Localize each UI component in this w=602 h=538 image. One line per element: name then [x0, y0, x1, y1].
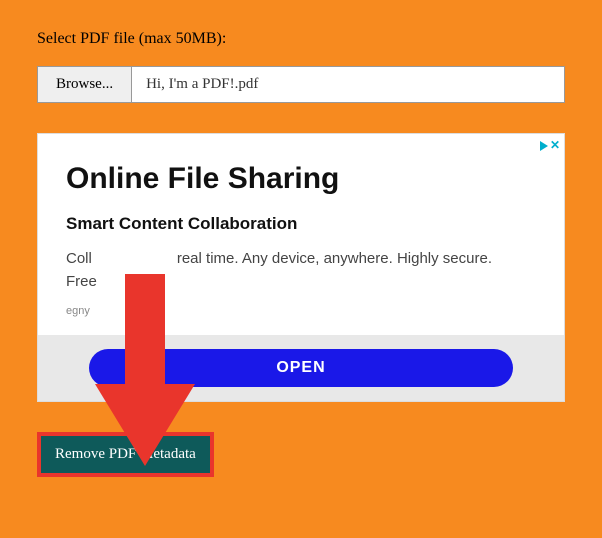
ad-headline: Online File Sharing	[66, 162, 536, 196]
selected-filename: Hi, I'm a PDF!.pdf	[132, 67, 564, 102]
ad-open-button[interactable]: OPEN	[89, 349, 512, 387]
ad-content[interactable]: Online File Sharing Smart Content Collab…	[38, 134, 564, 335]
action-button-highlight: Remove PDF Metadata	[37, 432, 214, 477]
ad-body-frag1b: real time. Any device, anywhere. Highly …	[177, 250, 492, 267]
ad-body-text: Coll real time. Any device, anywhere. Hig…	[66, 248, 536, 293]
file-input-label: Select PDF file (max 50MB):	[37, 30, 565, 48]
remove-metadata-button[interactable]: Remove PDF Metadata	[41, 436, 210, 473]
ad-cta-bar: OPEN	[38, 335, 564, 401]
file-input-row: Browse... Hi, I'm a PDF!.pdf	[37, 66, 565, 103]
ad-controls: ✕	[540, 138, 560, 153]
upload-form-panel: Select PDF file (max 50MB): Browse... Hi…	[0, 0, 602, 538]
ad-source: egny	[66, 305, 536, 317]
ad-body-frag2: Free	[66, 273, 97, 290]
ad-close-button[interactable]: ✕	[550, 138, 560, 153]
browse-button[interactable]: Browse...	[38, 67, 132, 102]
adchoices-icon[interactable]	[540, 141, 548, 151]
ad-banner: ✕ Online File Sharing Smart Content Coll…	[37, 133, 565, 402]
ad-body-frag1: Coll	[66, 250, 92, 267]
ad-subhead: Smart Content Collaboration	[66, 214, 536, 234]
